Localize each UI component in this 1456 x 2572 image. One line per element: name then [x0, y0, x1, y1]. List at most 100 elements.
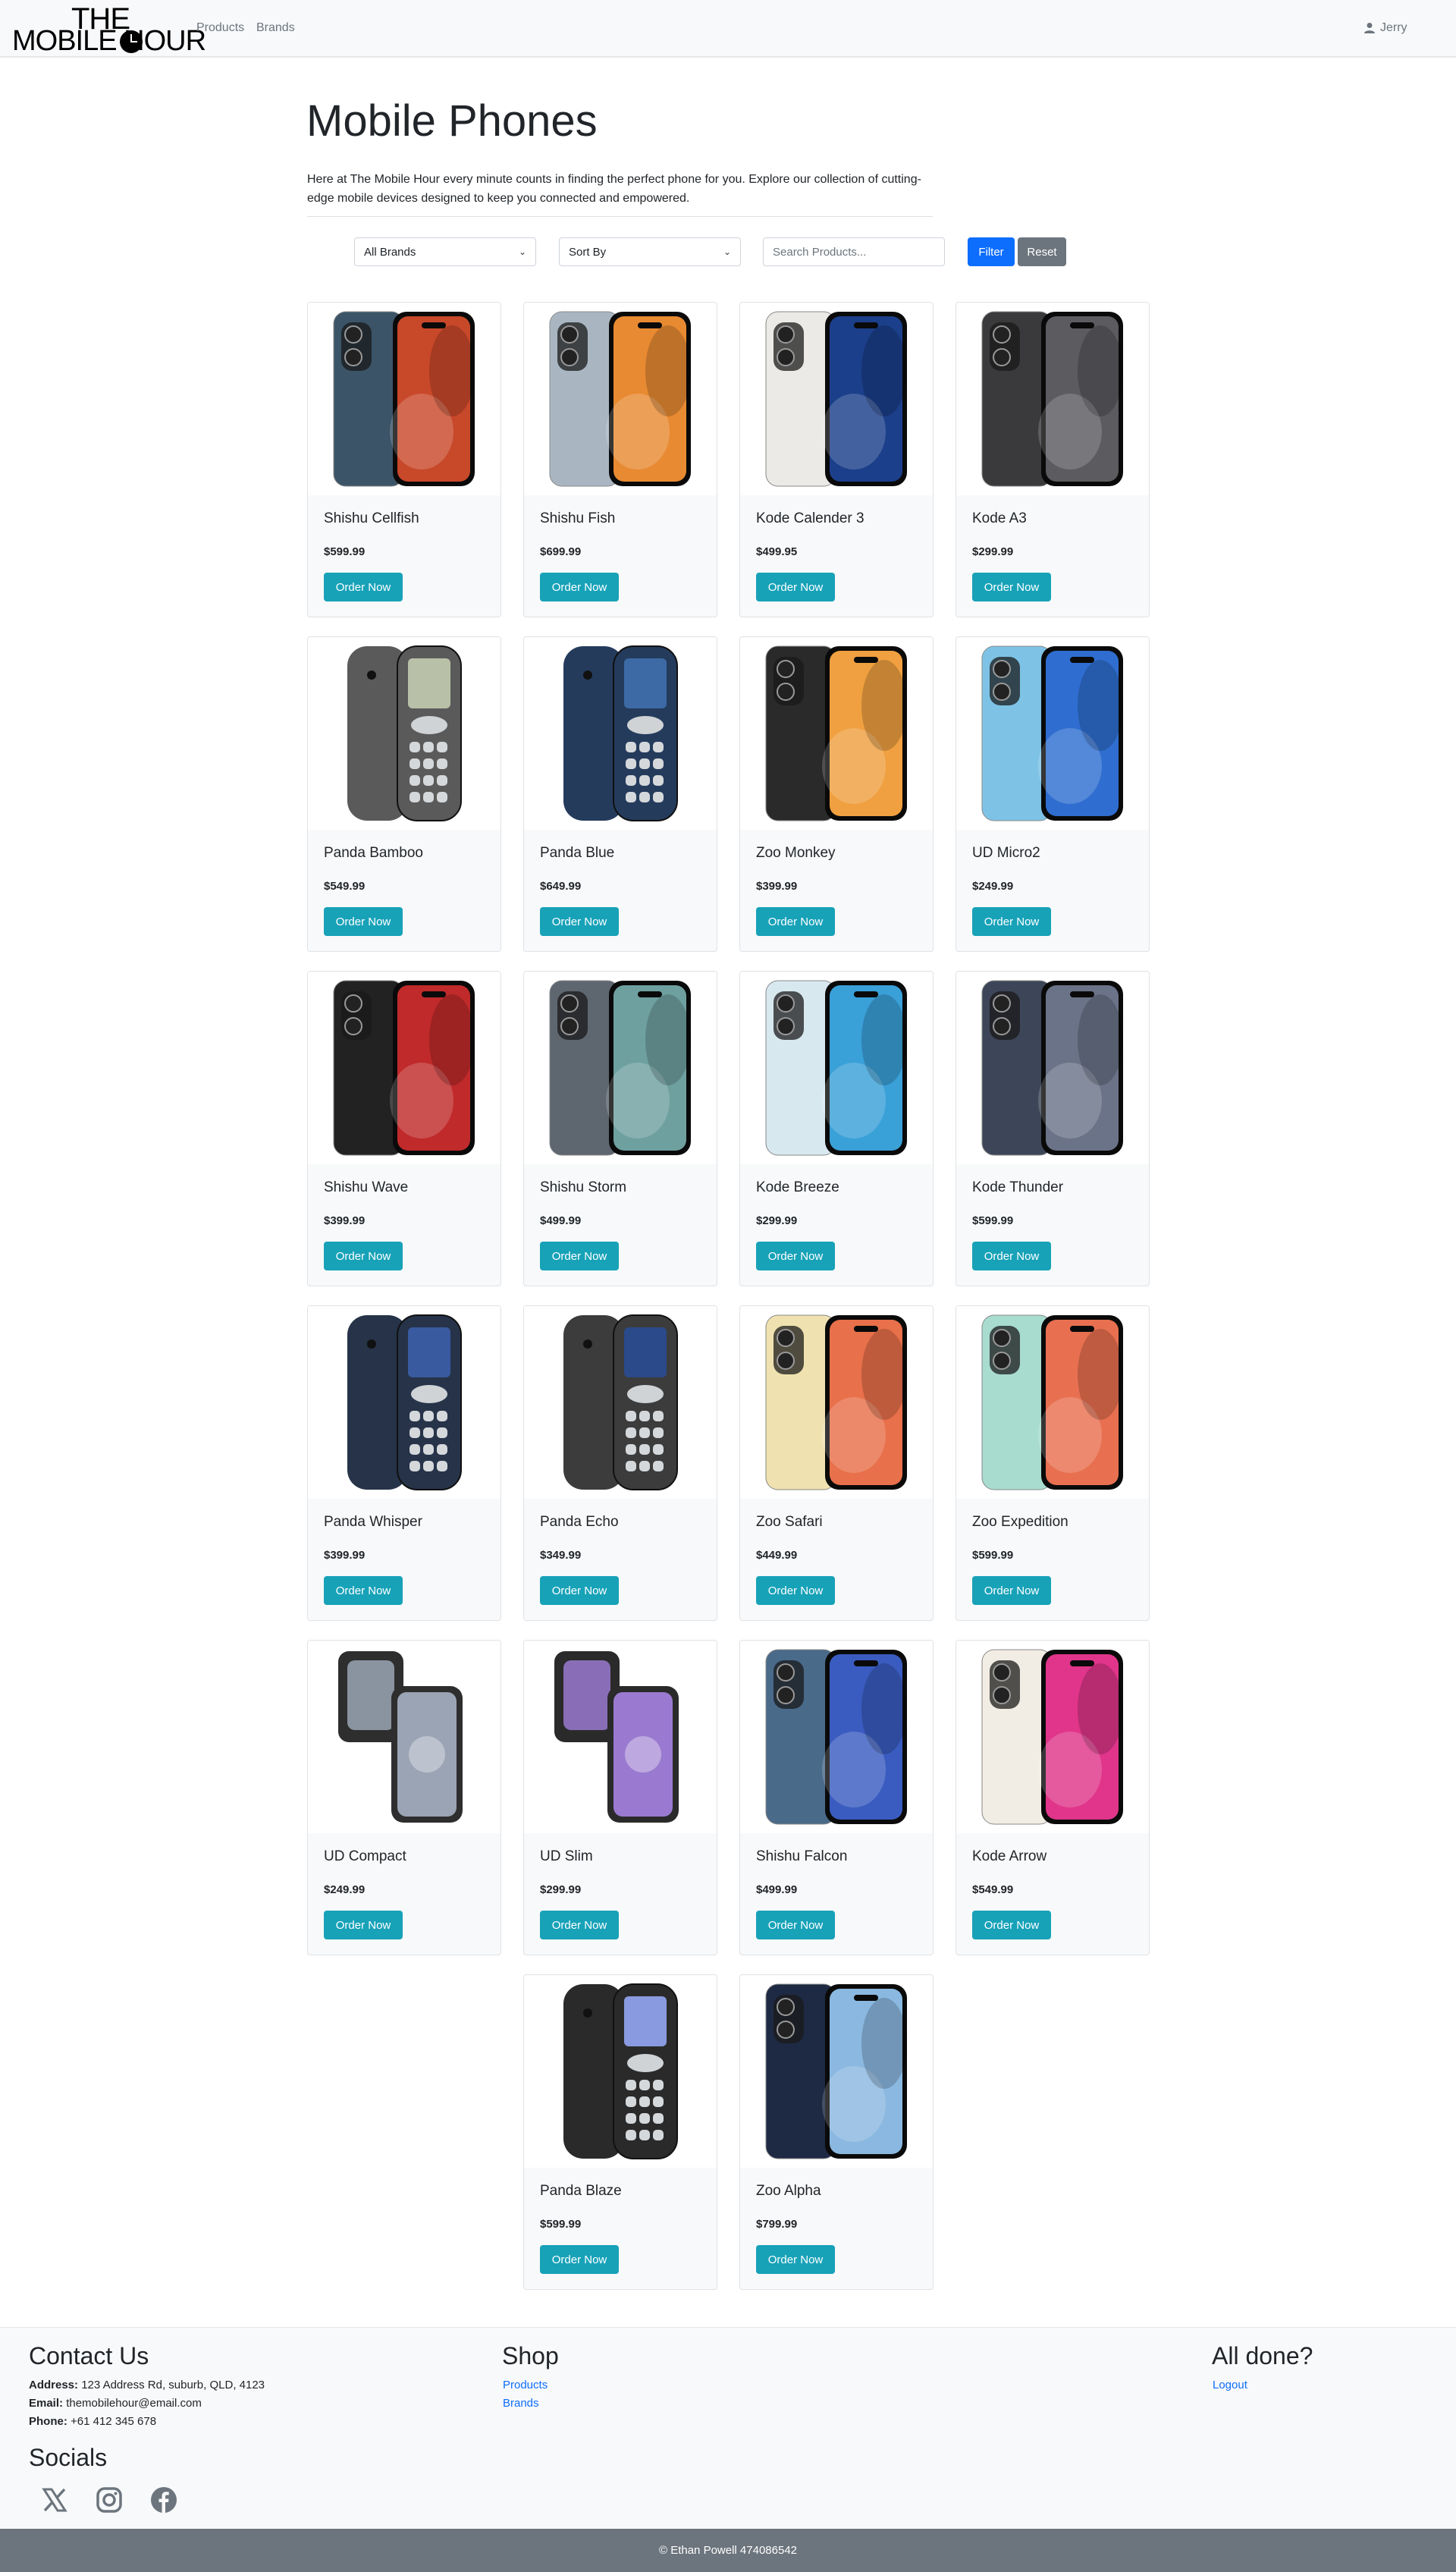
footer-link-products[interactable]: Products [503, 2379, 548, 2391]
order-now-button[interactable]: Order Now [972, 1911, 1051, 1939]
product-card: Panda Blaze $599.99 Order Now [523, 1974, 717, 2290]
product-name: UD Slim [540, 1848, 593, 1864]
order-now-button[interactable]: Order Now [324, 1576, 403, 1605]
order-now-button[interactable]: Order Now [972, 1576, 1051, 1605]
filter-button[interactable]: Filter [968, 237, 1015, 266]
footer-link-brands[interactable]: Brands [503, 2397, 539, 2410]
user-icon [1364, 23, 1375, 33]
order-now-button[interactable]: Order Now [324, 907, 403, 936]
product-image[interactable] [524, 1306, 717, 1499]
order-now-button[interactable]: Order Now [540, 1911, 619, 1939]
copyright-bar: © Ethan Powell 474086542 [0, 2529, 1456, 2572]
product-name: Panda Blue [540, 845, 615, 861]
product-image[interactable] [524, 303, 717, 495]
product-image[interactable] [740, 1975, 933, 2168]
product-name: UD Micro2 [972, 845, 1040, 861]
product-price: $599.99 [540, 2218, 582, 2231]
order-now-button[interactable]: Order Now [972, 573, 1051, 601]
product-card: UD Micro2 $249.99 Order Now [956, 636, 1150, 952]
product-name: Kode Calender 3 [756, 510, 864, 526]
product-image[interactable] [524, 1975, 717, 2168]
product-card: Panda Whisper $399.99 Order Now [307, 1305, 501, 1621]
order-now-button[interactable]: Order Now [324, 573, 403, 601]
product-image[interactable] [956, 1306, 1149, 1499]
product-card: Zoo Safari $449.99 Order Now [739, 1305, 934, 1621]
product-image[interactable] [308, 303, 500, 495]
product-card: Kode Arrow $549.99 Order Now [956, 1640, 1150, 1955]
product-card: Zoo Alpha $799.99 Order Now [739, 1974, 934, 2290]
search-input[interactable] [763, 237, 945, 266]
order-now-button[interactable]: Order Now [540, 907, 619, 936]
contact-email: Email: themobilehour@email.com [29, 2397, 202, 2410]
brand-select[interactable]: All Brands ⌄ [354, 237, 536, 266]
phone-image [549, 980, 691, 1156]
product-image[interactable] [956, 972, 1149, 1164]
order-now-button[interactable]: Order Now [756, 573, 835, 601]
product-name: Panda Blaze [540, 2183, 622, 2199]
product-image[interactable] [524, 1641, 717, 1833]
email-label: Email: [29, 2397, 64, 2410]
product-name: Shishu Fish [540, 510, 616, 526]
order-now-button[interactable]: Order Now [756, 1242, 835, 1270]
order-now-button[interactable]: Order Now [756, 1576, 835, 1605]
product-image[interactable] [740, 637, 933, 830]
nav-link-brands[interactable]: Brands [256, 21, 295, 35]
order-now-button[interactable]: Order Now [756, 2245, 835, 2274]
product-price: $299.99 [756, 1214, 798, 1227]
product-image[interactable] [740, 303, 933, 495]
product-card: Shishu Storm $499.99 Order Now [523, 971, 717, 1286]
order-now-button[interactable]: Order Now [972, 907, 1051, 936]
order-now-button[interactable]: Order Now [756, 907, 835, 936]
product-card: Kode Breeze $299.99 Order Now [739, 971, 934, 1286]
order-now-button[interactable]: Order Now [540, 1242, 619, 1270]
phone-image [333, 980, 475, 1156]
product-card: UD Compact $249.99 Order Now [307, 1640, 501, 1955]
phone-image [765, 980, 907, 1156]
reset-button[interactable]: Reset [1018, 237, 1066, 266]
product-price: $599.99 [324, 545, 366, 558]
sort-select[interactable]: Sort By ⌄ [559, 237, 741, 266]
product-image[interactable] [956, 637, 1149, 830]
product-image[interactable] [740, 972, 933, 1164]
product-name: Panda Whisper [324, 1514, 422, 1530]
product-price: $399.99 [324, 1214, 366, 1227]
product-image[interactable] [308, 637, 500, 830]
user-menu[interactable]: Jerry [1363, 21, 1407, 35]
chevron-down-icon: ⌄ [723, 247, 731, 257]
product-card: Zoo Expedition $599.99 Order Now [956, 1305, 1150, 1621]
phone-label: Phone: [29, 2415, 67, 2428]
product-card: Kode Thunder $599.99 Order Now [956, 971, 1150, 1286]
phone-image [554, 1651, 679, 1823]
order-now-button[interactable]: Order Now [324, 1242, 403, 1270]
product-image[interactable] [524, 637, 717, 830]
site-logo[interactable]: THE MOBILE HOUR [12, 4, 206, 56]
product-image[interactable] [308, 972, 500, 1164]
product-price: $349.99 [540, 1549, 582, 1562]
order-now-button[interactable]: Order Now [324, 1911, 403, 1939]
product-image[interactable] [524, 972, 717, 1164]
phone-image [563, 1983, 678, 2159]
facebook-icon[interactable] [149, 2485, 179, 2515]
product-name: Shishu Falcon [756, 1848, 848, 1864]
nav-link-products[interactable]: Products [196, 21, 244, 35]
product-name: Kode Breeze [756, 1179, 839, 1195]
order-now-button[interactable]: Order Now [540, 2245, 619, 2274]
logout-link[interactable]: Logout [1213, 2379, 1247, 2391]
product-price: $599.99 [972, 1214, 1014, 1227]
instagram-icon[interactable] [94, 2485, 124, 2515]
product-price: $399.99 [756, 880, 798, 893]
order-now-button[interactable]: Order Now [972, 1242, 1051, 1270]
product-image[interactable] [308, 1306, 500, 1499]
product-image[interactable] [740, 1306, 933, 1499]
order-now-button[interactable]: Order Now [540, 573, 619, 601]
phone-image [981, 1314, 1123, 1490]
product-price: $449.99 [756, 1549, 798, 1562]
product-image[interactable] [956, 1641, 1149, 1833]
product-image[interactable] [956, 303, 1149, 495]
x-twitter-icon[interactable] [39, 2485, 70, 2515]
product-image[interactable] [740, 1641, 933, 1833]
order-now-button[interactable]: Order Now [756, 1911, 835, 1939]
brand-select-value: All Brands [364, 245, 416, 259]
order-now-button[interactable]: Order Now [540, 1576, 619, 1605]
product-image[interactable] [308, 1641, 500, 1833]
